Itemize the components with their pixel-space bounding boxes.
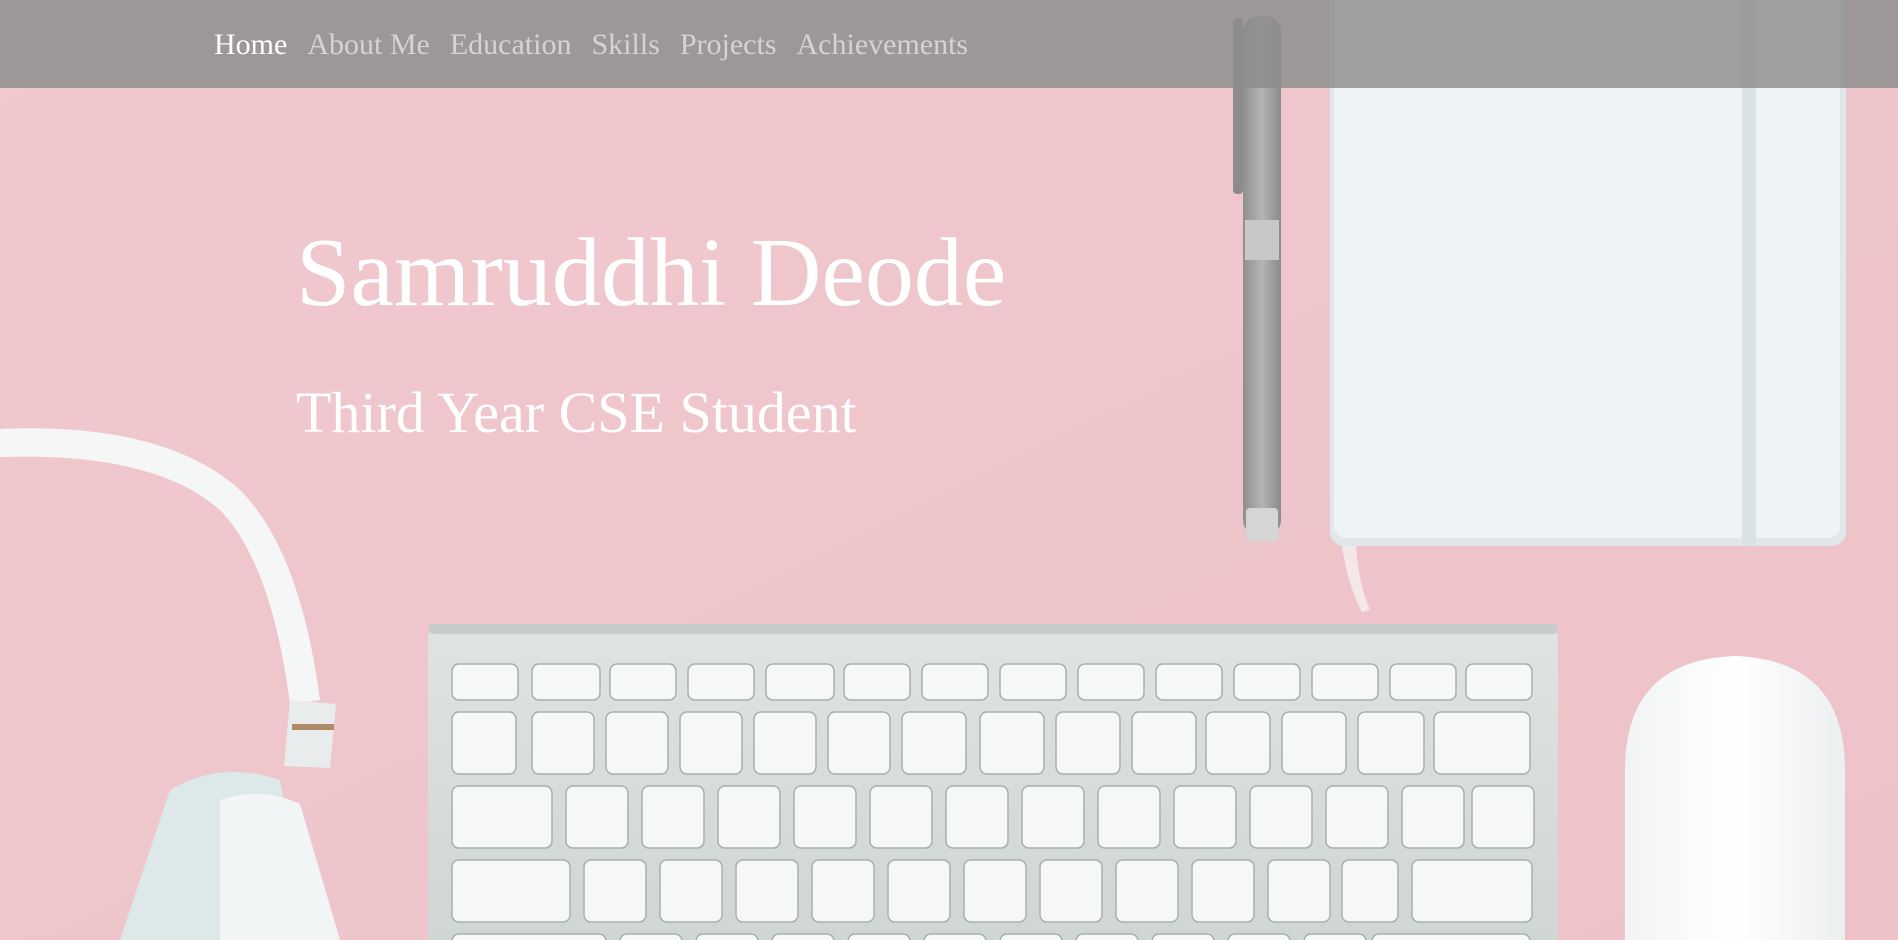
hero-background-image (0, 0, 1898, 940)
keyboard-key (1173, 785, 1237, 849)
keyboard-key (1325, 785, 1389, 849)
keyboard-key (1055, 711, 1121, 775)
keyboard-key (717, 785, 781, 849)
keyboard-key (1411, 859, 1533, 923)
keyboard-key (1371, 933, 1531, 940)
keyboard-key (887, 859, 951, 923)
nav-link-achievements[interactable]: Achievements (797, 28, 969, 61)
keyboard-key (1115, 859, 1179, 923)
keyboard-key (1433, 711, 1531, 775)
keyboard-key (921, 663, 989, 701)
keyboard-key (1151, 933, 1215, 940)
keyboard-key (1155, 663, 1223, 701)
nav-link-skills[interactable]: Skills (591, 28, 659, 61)
keyboard-key (451, 711, 517, 775)
hero-role-subtitle: Third Year CSE Student (296, 380, 857, 445)
keyboard-key (1357, 711, 1425, 775)
keyboard-key (1303, 933, 1367, 940)
keyboard-key (619, 933, 683, 940)
keyboard-key (687, 663, 755, 701)
keyboard-key (771, 933, 835, 940)
keyboard-key (531, 663, 601, 701)
keyboard-key (1131, 711, 1197, 775)
keyboard-key (979, 711, 1045, 775)
nav-menu: Home About Me Education Skills Projects … (214, 26, 968, 64)
keyboard-key (963, 859, 1027, 923)
keyboard-key (695, 933, 759, 940)
keyboard-key (451, 933, 607, 940)
keyboard-key (1341, 859, 1399, 923)
keyboard-key (679, 711, 743, 775)
keyboard-key (605, 711, 669, 775)
keyboard-key (1077, 663, 1145, 701)
nav-link-about-me[interactable]: About Me (307, 28, 430, 61)
keyboard-key (451, 663, 519, 701)
keyboard-key (1281, 711, 1347, 775)
nav-link-education[interactable]: Education (450, 28, 572, 61)
keyboard-key (451, 785, 553, 849)
keyboard-key (1249, 785, 1313, 849)
top-navbar: Home About Me Education Skills Projects … (0, 0, 1898, 88)
keyboard-key (827, 711, 891, 775)
keyboard-key (641, 785, 705, 849)
keyboard-key (659, 859, 723, 923)
keyboard-key (1227, 933, 1291, 940)
keyboard-key (847, 933, 911, 940)
keyboard-key (1075, 933, 1139, 940)
keyboard-key (1465, 663, 1533, 701)
keyboard-key (735, 859, 799, 923)
keyboard-key (869, 785, 933, 849)
keyboard-key (923, 933, 987, 940)
keyboard-key (999, 663, 1067, 701)
keyboard-key (793, 785, 857, 849)
mouse (1625, 656, 1845, 940)
keyboard-key (451, 859, 571, 923)
keyboard-key (1097, 785, 1161, 849)
keyboard-key (1471, 785, 1535, 849)
keyboard-key (765, 663, 835, 701)
keyboard-key (901, 711, 967, 775)
keyboard (428, 624, 1558, 940)
keyboard-key (1311, 663, 1379, 701)
keyboard-key (753, 711, 817, 775)
keyboard-key (1191, 859, 1255, 923)
portfolio-page: Home About Me Education Skills Projects … (0, 0, 1898, 940)
keyboard-key (1267, 859, 1331, 923)
keyboard-key (843, 663, 911, 701)
keyboard-key (1401, 785, 1465, 849)
keyboard-key (565, 785, 629, 849)
keyboard-key (945, 785, 1009, 849)
keyboard-key (1389, 663, 1457, 701)
keyboard-key (609, 663, 677, 701)
keyboard-key (583, 859, 647, 923)
nav-link-home[interactable]: Home (214, 28, 287, 61)
keyboard-key (1021, 785, 1085, 849)
nav-link-projects[interactable]: Projects (680, 28, 777, 61)
keyboard-key (531, 711, 595, 775)
notebook (1330, 0, 1846, 612)
keyboard-key (999, 933, 1063, 940)
keyboard-key (1205, 711, 1271, 775)
keyboard-key (811, 859, 875, 923)
keyboard-key (1233, 663, 1301, 701)
hero-name-heading: Samruddhi Deode (296, 219, 1007, 327)
keyboard-key (1039, 859, 1103, 923)
